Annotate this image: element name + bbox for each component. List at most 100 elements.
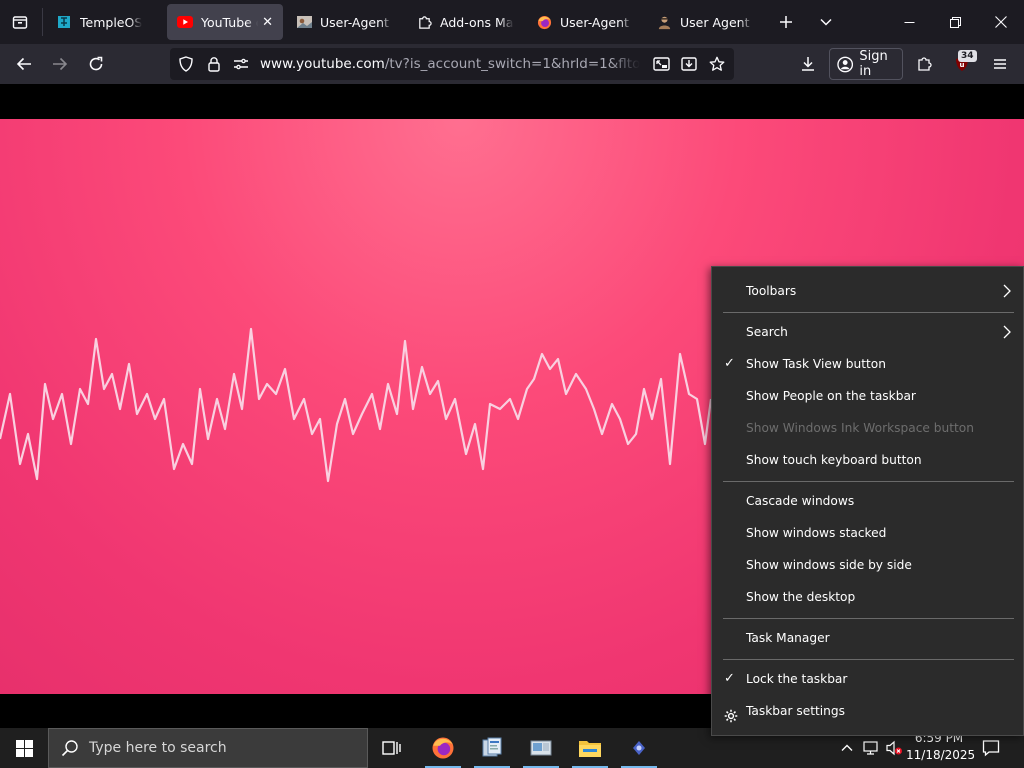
menu-item-lock-taskbar[interactable]: ✓ Lock the taskbar <box>712 663 1023 695</box>
youtube-icon <box>177 14 193 30</box>
taskbar-app-firefox[interactable] <box>423 728 463 768</box>
tab-user-agent-switcher-1[interactable]: User-Agent Sw <box>286 4 404 40</box>
back-button[interactable] <box>10 50 38 78</box>
forward-button[interactable] <box>46 50 74 78</box>
show-hidden-icons-button[interactable] <box>837 738 857 758</box>
reload-icon <box>89 56 103 71</box>
action-center-button[interactable] <box>981 738 1001 758</box>
menu-item-cascade-windows[interactable]: Cascade windows <box>712 485 1023 517</box>
volume-button[interactable] <box>884 738 904 758</box>
svg-text:u: u <box>960 61 965 69</box>
task-view-icon <box>382 741 401 755</box>
firefox-icon <box>432 737 454 759</box>
downloads-button[interactable] <box>794 50 822 78</box>
menu-item-show-windows-stacked[interactable]: Show windows stacked <box>712 517 1023 549</box>
url-path: /tv?is_account_switch=1&hrld=1&fltor=1#/… <box>384 56 640 72</box>
permissions-button[interactable] <box>233 56 249 76</box>
new-tab-button[interactable] <box>772 8 800 36</box>
app-menu-button[interactable] <box>986 50 1014 78</box>
sliders-icon <box>234 58 248 70</box>
windows-logo-icon <box>15 739 33 757</box>
firefox-icon <box>536 14 552 30</box>
tab-title: YouTube on <box>201 14 258 30</box>
site-info-button[interactable] <box>206 56 222 76</box>
tab-divider <box>42 8 43 36</box>
picture-in-picture-icon <box>653 57 670 71</box>
start-button[interactable] <box>0 728 48 768</box>
menu-separator <box>723 481 1014 482</box>
minimize-button[interactable] <box>886 0 932 44</box>
chevron-right-icon <box>1003 284 1011 298</box>
arrow-left-icon <box>16 57 31 71</box>
menu-item-label: Show touch keyboard button <box>746 453 922 467</box>
tab-title: User Agent Sw <box>680 14 754 30</box>
taskbar-app-3[interactable] <box>521 728 561 768</box>
close-window-button[interactable] <box>978 0 1024 44</box>
close-icon <box>995 16 1007 28</box>
restore-icon <box>949 16 961 28</box>
tab-user-agent-switcher-3[interactable]: User Agent Sw <box>646 4 764 40</box>
tab-user-agent-switcher-2[interactable]: User-Agent Sw <box>526 4 644 40</box>
menu-item-task-manager[interactable]: Task Manager <box>712 622 1023 654</box>
menu-item-search[interactable]: Search <box>712 316 1023 348</box>
bookmark-button[interactable] <box>709 56 725 76</box>
menu-item-label: Lock the taskbar <box>746 672 848 686</box>
minimize-icon <box>904 21 914 23</box>
restore-button[interactable] <box>932 0 978 44</box>
download-icon <box>802 57 814 71</box>
navigation-toolbar: www.youtube.com/tv?is_account_switch=1&h… <box>0 44 1024 84</box>
star-icon <box>709 56 725 71</box>
menu-item-show-task-view[interactable]: ✓ Show Task View button <box>712 348 1023 380</box>
tab-strip: TempleOS YouTube on ✕ User-Agent Sw Add-… <box>0 0 1024 44</box>
sign-in-button[interactable]: Sign in <box>829 48 903 80</box>
taskbar-search-box[interactable]: Type here to search <box>48 728 368 768</box>
chevron-up-icon <box>841 744 853 751</box>
url-bar[interactable]: www.youtube.com/tv?is_account_switch=1&h… <box>170 48 734 80</box>
tab-addons-manager[interactable]: Add-ons Mana <box>406 4 524 40</box>
hamburger-icon <box>994 59 1006 69</box>
taskbar-context-menu: Toolbars Search ✓ Show Task View button … <box>711 266 1024 736</box>
taskbar-app-5[interactable] <box>619 728 659 768</box>
extension-badge-count: 34 <box>958 50 977 62</box>
taskbar-app-file-explorer[interactable] <box>570 728 610 768</box>
tab-title: Add-ons Mana <box>440 14 514 30</box>
tab-title: User-Agent Sw <box>560 14 634 30</box>
clock-date: 11/18/2025 <box>906 748 976 762</box>
puzzle-icon <box>918 57 932 71</box>
close-tab-button[interactable]: ✕ <box>262 15 273 30</box>
menu-item-taskbar-settings[interactable]: Taskbar settings <box>712 695 1023 727</box>
menu-item-label: Toolbars <box>746 284 797 298</box>
menu-separator <box>723 312 1014 313</box>
tab-title: User-Agent Sw <box>320 14 394 30</box>
reload-button[interactable] <box>82 50 110 78</box>
app-window-icon <box>482 737 502 757</box>
menu-item-toolbars[interactable]: Toolbars <box>712 275 1023 307</box>
menu-item-label: Cascade windows <box>746 494 855 508</box>
menu-item-show-desktop[interactable]: Show the desktop <box>712 581 1023 613</box>
menu-item-show-people[interactable]: Show People on the taskbar <box>712 380 1023 412</box>
tab-youtube[interactable]: YouTube on ✕ <box>167 4 283 40</box>
tab-templeos[interactable]: TempleOS <box>46 4 164 40</box>
search-placeholder: Type here to search <box>89 740 227 756</box>
plus-icon <box>780 16 792 28</box>
extensions-button[interactable] <box>910 50 938 78</box>
menu-item-label: Show Windows Ink Workspace button <box>746 421 974 435</box>
firefox-view-button[interactable] <box>6 8 34 36</box>
task-view-button[interactable] <box>372 728 412 768</box>
picture-in-picture-button[interactable] <box>653 56 670 76</box>
network-button[interactable] <box>861 738 881 758</box>
search-icon <box>61 740 78 757</box>
menu-item-show-touch-keyboard[interactable]: Show touch keyboard button <box>712 444 1023 476</box>
tab-title: TempleOS <box>80 14 143 30</box>
list-all-tabs-button[interactable] <box>812 8 840 36</box>
puzzle-icon <box>416 14 432 30</box>
url-text[interactable]: www.youtube.com/tv?is_account_switch=1&h… <box>260 48 640 80</box>
menu-item-show-ink-workspace: Show Windows Ink Workspace button <box>712 412 1023 444</box>
menu-separator <box>723 618 1014 619</box>
menu-item-label: Search <box>746 325 788 339</box>
taskbar-app-2[interactable] <box>472 728 512 768</box>
install-page-button[interactable] <box>681 56 697 76</box>
extension-user-icon <box>656 14 672 30</box>
menu-item-show-windows-side-by-side[interactable]: Show windows side by side <box>712 549 1023 581</box>
tracking-protection-button[interactable] <box>178 56 194 76</box>
